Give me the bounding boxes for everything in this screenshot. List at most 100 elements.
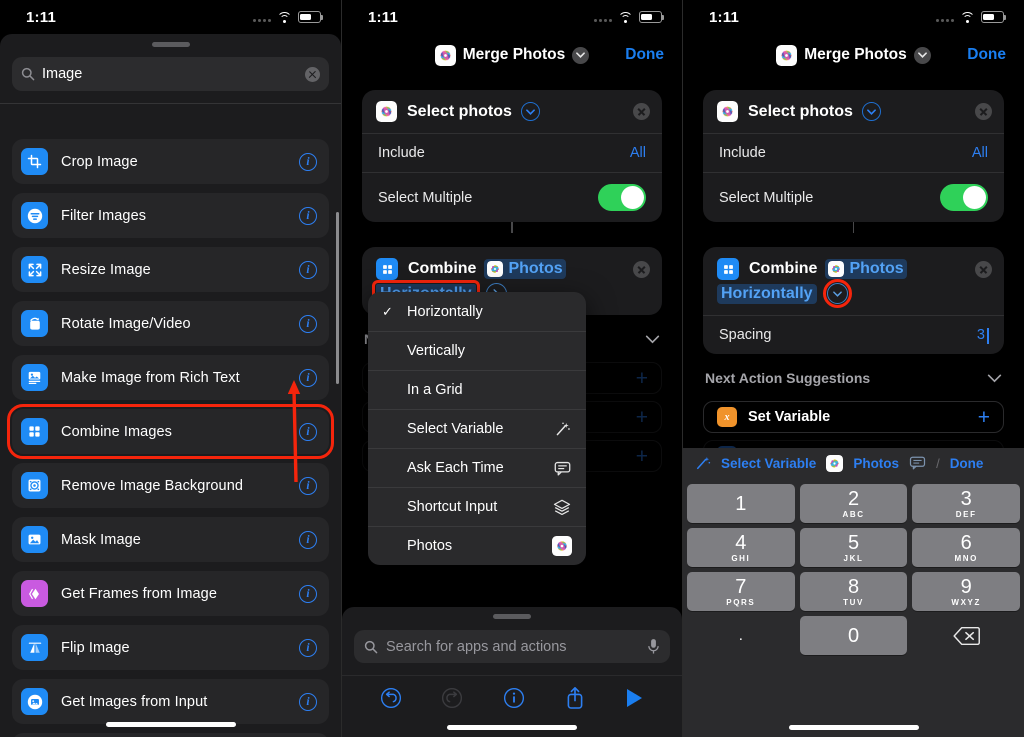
chevron-down-icon[interactable]: [572, 46, 590, 64]
key-5[interactable]: 5 JKL: [799, 528, 908, 567]
ask-each-time-icon[interactable]: [909, 456, 926, 470]
photos-variable-button[interactable]: Photos: [853, 456, 899, 471]
shortcut-title-button[interactable]: Merge Photos: [434, 44, 590, 66]
next-action-suggestions-header[interactable]: Next Action Suggestions: [683, 354, 1024, 394]
param-value[interactable]: All: [972, 145, 988, 161]
combine-card[interactable]: Combine Photos: [703, 247, 1004, 354]
red-arrow-annotation: [288, 380, 301, 483]
scrollbar-thumb[interactable]: [336, 212, 339, 384]
list-item[interactable]: Make Image from Rich Text i: [12, 355, 329, 400]
key-0[interactable]: 0: [799, 616, 908, 655]
clear-circle-icon[interactable]: [305, 66, 320, 82]
key-1[interactable]: 1: [687, 484, 795, 523]
list-item[interactable]: Overlay Image i: [12, 733, 329, 737]
suggestion-row-set-variable[interactable]: x Set Variable +: [703, 401, 1004, 433]
combine-mode-token[interactable]: Horizontally: [717, 283, 817, 304]
menu-item-ask-each-time[interactable]: Ask Each Time: [368, 448, 586, 487]
list-item[interactable]: Filter Images i: [12, 193, 329, 238]
source-token[interactable]: Photos: [825, 259, 907, 279]
param-row-spacing[interactable]: Spacing 3: [703, 315, 1004, 354]
param-label: Select Multiple: [378, 189, 473, 206]
info-circle-icon[interactable]: i: [299, 638, 317, 657]
info-circle-icon[interactable]: i: [299, 152, 317, 171]
microphone-icon[interactable]: [647, 638, 660, 655]
chevron-down-circle-icon[interactable]: [861, 102, 881, 121]
plus-icon[interactable]: +: [636, 368, 648, 389]
plus-icon[interactable]: +: [636, 407, 648, 428]
separator-slash: /: [936, 455, 940, 471]
list-item[interactable]: Rotate Image/Video i: [12, 301, 329, 346]
key-letters: ABC: [842, 509, 865, 519]
undo-icon[interactable]: [380, 687, 402, 709]
info-circle-icon[interactable]: i: [299, 260, 317, 279]
share-icon[interactable]: [565, 686, 585, 710]
list-item[interactable]: Flip Image i: [12, 625, 329, 670]
info-circle-icon[interactable]: i: [299, 584, 317, 603]
info-circle-icon[interactable]: i: [299, 530, 317, 549]
done-button[interactable]: Done: [625, 46, 664, 64]
play-icon[interactable]: [624, 687, 644, 709]
list-item[interactable]: Crop Image i: [12, 139, 329, 184]
close-circle-icon[interactable]: [975, 260, 992, 278]
menu-item-select-variable[interactable]: Select Variable: [368, 409, 586, 448]
chevron-down-circle-icon[interactable]: [822, 279, 852, 308]
list-item[interactable]: Get Images from Input i: [12, 679, 329, 724]
param-row-select-multiple[interactable]: Select Multiple: [362, 172, 662, 222]
source-token[interactable]: Photos: [484, 259, 566, 279]
info-circle-icon[interactable]: i: [299, 314, 317, 333]
param-row-select-multiple[interactable]: Select Multiple: [703, 172, 1004, 222]
menu-item-horizontally[interactable]: ✓ Horizontally: [368, 292, 586, 331]
magic-wand-icon[interactable]: [695, 456, 711, 471]
list-item[interactable]: Mask Image i: [12, 517, 329, 562]
key-9[interactable]: 9 WXYZ: [912, 572, 1021, 611]
key-3[interactable]: 3 DEF: [912, 484, 1021, 523]
select-multiple-toggle[interactable]: [940, 184, 988, 211]
list-item[interactable]: Get Frames from Image i: [12, 571, 329, 616]
combine-mode-dropdown[interactable]: ✓ Horizontally Vertically In a Grid Sele…: [368, 292, 586, 565]
sidebar-item-combine-images[interactable]: Combine Images i: [7, 404, 334, 459]
numeric-keypad[interactable]: 1 2 ABC 3 DEF 4 GHI 5 JKL 6 MNO 7 PQRS 8…: [683, 478, 1024, 737]
menu-item-in-a-grid[interactable]: In a Grid: [368, 370, 586, 409]
shortcut-title-button[interactable]: Merge Photos: [776, 44, 931, 66]
keyboard-done-button[interactable]: Done: [950, 456, 984, 471]
param-value[interactable]: All: [630, 145, 646, 161]
dock-grabber[interactable]: [493, 614, 531, 619]
param-row-include[interactable]: Include All: [362, 133, 662, 172]
key-8[interactable]: 8 TUV: [799, 572, 908, 611]
select-multiple-toggle[interactable]: [598, 184, 646, 211]
spacing-value-input[interactable]: 3: [977, 327, 989, 344]
close-circle-icon[interactable]: [633, 260, 650, 278]
select-photos-card[interactable]: Select photos Include All Select Multipl…: [362, 90, 662, 222]
done-button[interactable]: Done: [967, 46, 1006, 64]
dock-search-input[interactable]: Search for apps and actions: [354, 630, 670, 663]
chevron-down-icon[interactable]: [913, 46, 931, 64]
source-token-label: Photos: [849, 260, 904, 277]
close-circle-icon[interactable]: [975, 103, 992, 120]
list-item[interactable]: Resize Image i: [12, 247, 329, 292]
key-2[interactable]: 2 ABC: [799, 484, 908, 523]
info-circle-icon[interactable]: i: [299, 206, 317, 225]
close-circle-icon[interactable]: [633, 103, 650, 120]
menu-item-photos[interactable]: Photos: [368, 526, 586, 565]
chevron-down-icon[interactable]: [987, 374, 1002, 383]
select-variable-button[interactable]: Select Variable: [721, 456, 816, 471]
menu-item-vertically[interactable]: Vertically: [368, 331, 586, 370]
list-item[interactable]: Remove Image Background i: [12, 463, 329, 508]
key-6[interactable]: 6 MNO: [912, 528, 1021, 567]
key-4[interactable]: 4 GHI: [687, 528, 795, 567]
chevron-down-circle-icon[interactable]: [520, 102, 540, 121]
info-circle-icon[interactable]: [503, 687, 525, 709]
param-row-include[interactable]: Include All: [703, 133, 1004, 172]
sheet-grabber[interactable]: [151, 42, 190, 47]
key-7[interactable]: 7 PQRS: [687, 572, 795, 611]
search-input[interactable]: Image: [12, 57, 329, 91]
menu-item-shortcut-input[interactable]: Shortcut Input: [368, 487, 586, 526]
plus-icon[interactable]: +: [636, 446, 648, 467]
key-decimal[interactable]: .: [687, 616, 795, 655]
select-photos-card[interactable]: Select photos Include All Select Multipl…: [703, 90, 1004, 222]
checkmark-icon: ✓: [382, 303, 393, 319]
plus-icon[interactable]: +: [978, 407, 990, 428]
delete-key[interactable]: [912, 616, 1020, 655]
info-circle-icon[interactable]: i: [299, 692, 317, 711]
chevron-down-icon[interactable]: [645, 335, 660, 344]
